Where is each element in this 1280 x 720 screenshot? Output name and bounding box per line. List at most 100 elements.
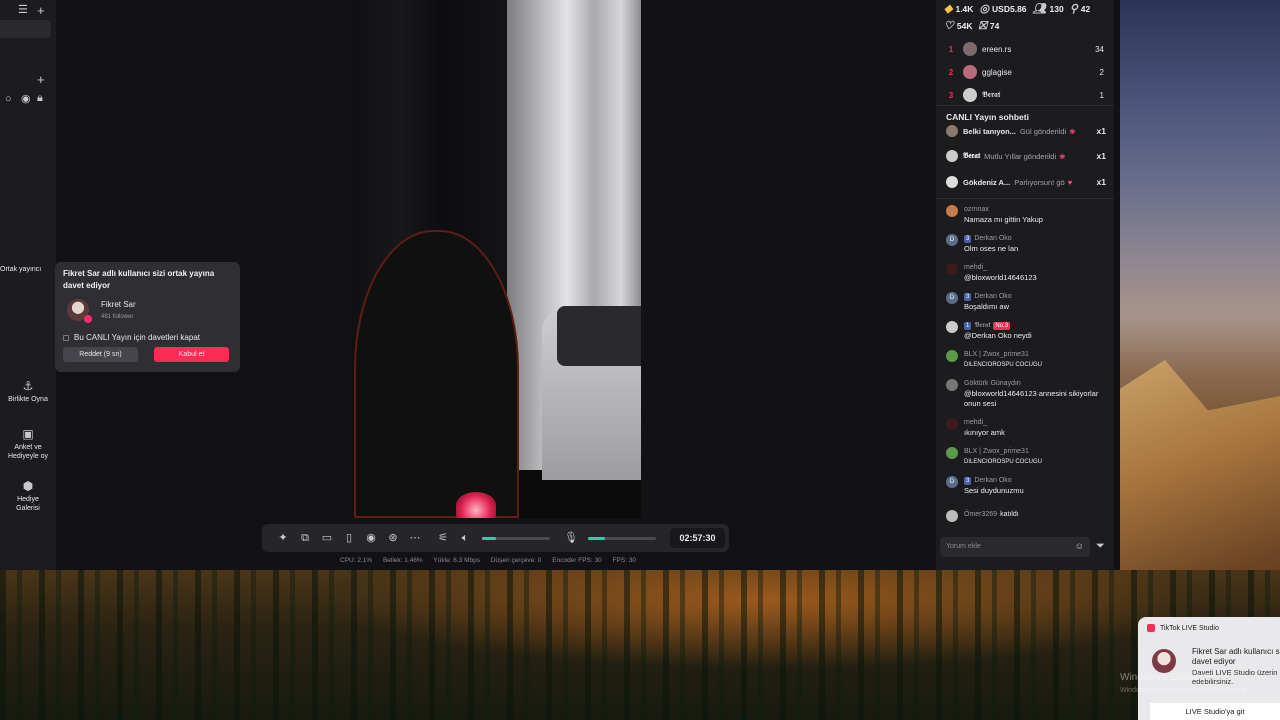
play-together-button[interactable]: ⚓︎ Birlikte Oyna [0,380,56,404]
record-icon[interactable]: ◉ [360,532,382,544]
ranking-row[interactable]: 2 gglagise 2 [944,65,1104,79]
chat-message[interactable]: D 3 Derkan Oko Boşaldımı aw [946,292,1106,312]
lock-icon[interactable]: 🔒︎ [37,93,43,104]
chat-user: mehdi_ [964,264,987,271]
toast-app-name: TikTok LIVE Studio [1160,624,1219,632]
encoder-fps-stat: Encoder FPS: 30 [552,557,602,564]
add-media-icon[interactable]: ⧉ [294,532,316,544]
wallpaper-trees [0,570,1280,720]
chat-text: DILENCIOROSPU COCUGU [964,362,1043,368]
gift-sender: Gökdeniz A... [963,177,1011,187]
replay-icon[interactable]: ⊛ [382,532,404,544]
reject-button[interactable]: Reddet (9 sn) [63,347,138,362]
filter-icon[interactable]: ⏷ [1096,541,1105,552]
add-source-icon[interactable]: + [37,73,45,86]
rank-count: 1 [1099,90,1104,100]
rank-count: 2 [1099,67,1104,77]
play-together-label: Birlikte Oyna [8,396,48,403]
screen-icon[interactable]: ▭ [316,532,338,544]
chat-user: Derkan Oko [974,293,1012,300]
volume-icon[interactable]: 🔈︎ [454,532,476,544]
rank-name: 𝕭𝖊𝖗𝖆𝖙 [982,90,1001,99]
notification-toast[interactable]: TikTok LIVE Studio Fikret Sar adlı kulla… [1138,617,1280,720]
eye-icon[interactable]: ◉ [21,94,31,105]
settings-sliders-icon[interactable]: ⚟ [432,532,454,544]
avatar: D [946,292,958,304]
rank-name: gglagise [982,67,1012,77]
comment-input[interactable]: Yorum ekle ☺ [940,537,1090,557]
chat-user: ozrnnax [964,206,989,213]
gift-gallery-button[interactable]: ⬢ Hediye Galerisi [0,480,56,513]
phone-icon[interactable]: ▯ [338,532,360,544]
disable-invites-checkbox[interactable]: Bu CANLI Yayın için davetleri kapat [63,333,232,342]
accept-button[interactable]: Kabul et [154,347,229,362]
rose-gift-icon: ❀ [1069,126,1076,136]
rank-number: 1 [948,44,954,54]
chat-message[interactable]: ozrnnax Namaza mı gittin Yakup [946,205,1106,225]
gift-multiplier: x1 [1096,126,1106,136]
avatar [946,205,958,217]
emoji-icon[interactable]: ☺ [1075,542,1084,551]
chat-message[interactable]: Göktürk Günaydın @bloxworld14646123 anne… [946,379,1106,409]
ranking-row[interactable]: 3 𝕭𝖊𝖗𝖆𝖙 1 [944,88,1104,102]
more-icon[interactable]: ⋯ [404,532,426,544]
stream-preview[interactable] [352,0,641,518]
gaming-chair [354,230,519,518]
volume-slider-fill [482,536,496,540]
gift-text: Gül gönderildi [1019,126,1067,136]
chat-message[interactable]: D 3 Derkan Oko Olm oses ne lan [946,234,1106,254]
list-icon[interactable]: ☰ [18,5,28,16]
panel-divider [936,198,1114,199]
live-badge-icon [84,315,92,323]
microphone-icon[interactable]: 🎙︎ [560,532,582,544]
go-to-studio-button[interactable]: LIVE Studio'ya git [1150,703,1280,720]
avatar [963,42,977,56]
chat-message[interactable]: mehdi_ @bloxworld14646123 [946,263,1106,283]
avatar [946,379,958,391]
new-followers-metric: ⚲ 42 [1069,3,1091,15]
fan-badge: 3 [964,293,972,301]
magic-wand-icon[interactable]: ✦ [272,532,294,544]
gift-sender: Belki tanıyon... [963,126,1016,136]
gift-multiplier: x1 [1096,151,1106,161]
chat-text: Namaza mı gittin Yakup [964,215,1043,224]
rank-number: 2 [948,67,954,77]
chat-message[interactable]: BLX | Zwox_prime31 DILENCIOROSPU COCUGU [946,447,1106,467]
avatar [946,447,958,459]
chat-user: Derkan Oko [974,477,1012,484]
mic-slider[interactable] [588,536,656,540]
gift-text: Mutlu Yıllar gönderildi [984,151,1057,161]
live-timer: 02:57:30 [670,528,725,548]
rank-number: 3 [948,90,954,100]
invite-user: Fikret Sar 481 follower [63,299,232,323]
chat-message[interactable]: 1 𝕭𝖊𝖗𝖆𝖙 No.3 @Derkan Oko neydi [946,321,1106,341]
checkbox-icon[interactable] [63,334,69,341]
invite-title: Fikret Sar adlı kullanıcı sizi ortak yay… [63,269,215,290]
chat-message[interactable]: mehdi_ ıkınıyor amk [946,418,1106,438]
add-icon[interactable]: + [37,4,45,17]
poll-button[interactable]: ▣ Anket ve Hediyeyle oy [0,428,56,461]
chat-user: 𝕭𝖊𝖗𝖆𝖙 [974,322,991,329]
chat-text: ıkınıyor amk [964,428,1005,437]
fan-badge: 3 [964,477,972,485]
scene-selector[interactable] [0,20,51,38]
chat-message[interactable]: BLX | Zwox_prime31 DILENCIOROSPU COCUGU [946,350,1106,370]
chat-user: Derkan Oko [974,235,1012,242]
gift-row: Gökdeniz A... Parlıyorsun! gö ♥ x1 [946,176,1106,188]
avatar [963,65,977,79]
volume-slider[interactable] [482,536,550,540]
rank-badge: No.3 [993,322,1011,330]
play-together-icon: ⚓︎ [22,379,34,393]
avatar [1152,649,1176,673]
ranking-row[interactable]: 1 ereen.rs 34 [944,42,1104,56]
join-user: Ömer3269 [964,511,998,518]
avatar [946,350,958,362]
poll-label: Anket ve Hediyeyle oy [7,444,49,460]
chat-message[interactable]: D 3 Derkan Oko Sesi duydunuzmu [946,476,1106,496]
avatar [946,321,958,333]
circle-icon[interactable]: ○ [5,94,12,105]
memory-stat: Bellek: 1.46% [382,557,423,564]
viewers-metric: 👥︎ 130 [1032,3,1064,15]
dropped-stat: Düşen çerçeve: 0 [490,557,542,564]
avatar [946,510,958,522]
